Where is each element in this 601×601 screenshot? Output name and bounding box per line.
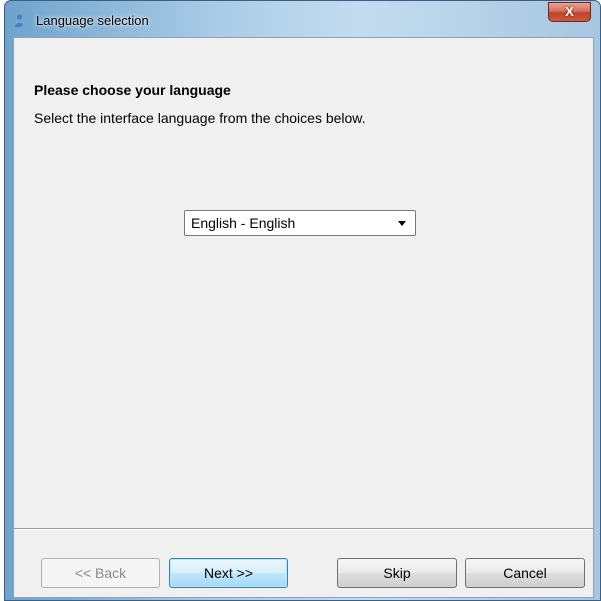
close-icon: X [565, 4, 574, 19]
people-icon [15, 14, 29, 28]
page-heading: Please choose your language [34, 82, 231, 98]
language-selection-window: Language selection X Please choose your … [4, 0, 601, 601]
next-button[interactable]: Next >> [169, 558, 288, 588]
window-title: Language selection [36, 13, 149, 28]
language-select-value: English - English [191, 215, 296, 231]
skip-button[interactable]: Skip [337, 558, 457, 588]
language-select[interactable]: English - English [184, 210, 416, 236]
title-bar[interactable]: Language selection X [5, 1, 600, 37]
footer-separator [14, 528, 593, 530]
close-button[interactable]: X [548, 2, 591, 22]
dialog-client-area: Please choose your language Select the i… [13, 37, 594, 598]
cancel-button[interactable]: Cancel [465, 558, 585, 588]
dropdown-arrow-icon[interactable] [398, 221, 406, 226]
back-button[interactable]: << Back [41, 558, 160, 588]
page-description: Select the interface language from the c… [34, 110, 366, 126]
